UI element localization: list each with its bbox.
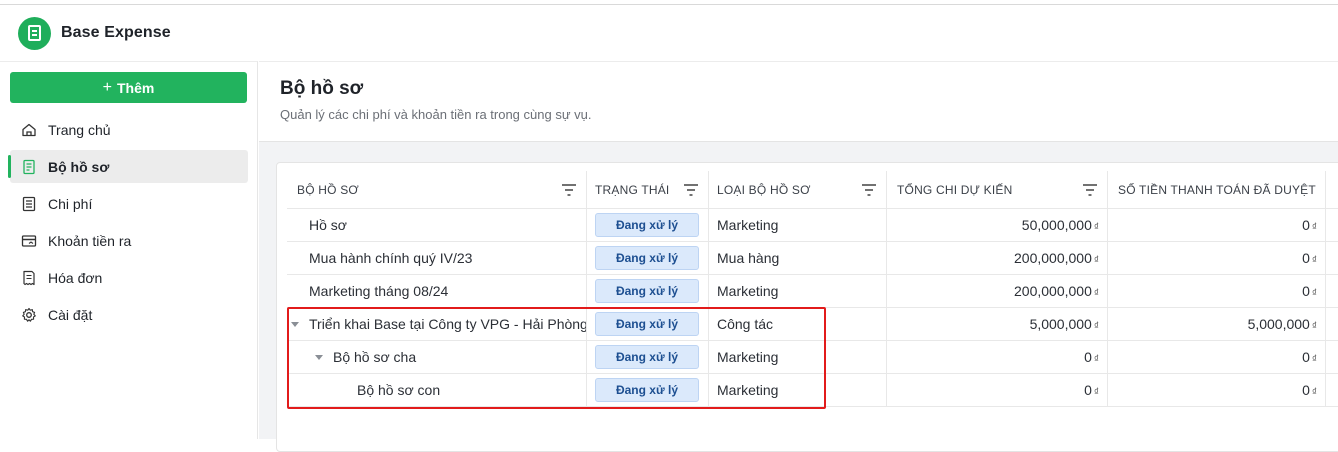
main-content: Bộ hồ sơ Quản lý các chi phí và khoản ti…	[259, 61, 1338, 452]
add-button-label: Thêm	[117, 79, 155, 96]
plus-icon: +	[102, 78, 112, 96]
file-name: Bộ hồ sơ cha	[333, 349, 417, 365]
sidebar-item-expenses[interactable]: Chi phí	[10, 187, 248, 220]
file-name-cell[interactable]: Bộ hồ sơ cha	[287, 341, 587, 373]
column-header-label: TRẠNG THÁI	[595, 182, 670, 197]
paid-amount: 5,000,000 ₫	[1108, 308, 1326, 340]
total-amount: 5,000,000 ₫	[887, 308, 1108, 340]
file-type: Mua hàng	[709, 242, 887, 274]
gear-icon	[20, 306, 38, 324]
file-type: Marketing	[709, 374, 887, 406]
total-amount: 50,000,000 ₫	[887, 209, 1108, 241]
sidebar-item-label: Chi phí	[48, 195, 93, 212]
filter-icon[interactable]	[862, 184, 876, 196]
column-header-extra	[1326, 171, 1338, 208]
page-subtitle: Quản lý các chi phí và khoản tiền ra tro…	[280, 107, 592, 122]
file-type: Công tác	[709, 308, 887, 340]
column-header-type[interactable]: LOẠI BỘ HỒ SƠ	[709, 171, 887, 208]
app-logo-icon[interactable]	[18, 16, 51, 50]
status-badge: Đang xử lý	[595, 279, 699, 303]
column-header-name[interactable]: BỘ HỒ SƠ	[287, 171, 587, 208]
table-row[interactable]: Marketing tháng 08/24 Đang xử lý Marketi…	[287, 275, 1338, 308]
column-header-label: SỐ TIỀN THANH TOÁN ĐÃ DUYỆT	[1118, 182, 1316, 197]
status-badge: Đang xử lý	[595, 312, 699, 336]
files-table: BỘ HỒ SƠ TRẠNG THÁI LOẠI BỘ HỒ SƠ TỔNG C…	[287, 171, 1338, 407]
total-amount: 0 ₫	[887, 341, 1108, 373]
paid-amount: 0 ₫	[1108, 374, 1326, 406]
sidebar-item-payouts[interactable]: Khoản tiền ra	[10, 224, 248, 257]
file-type: Marketing	[709, 275, 887, 307]
paid-amount: 0 ₫	[1108, 341, 1326, 373]
add-button[interactable]: + Thêm	[10, 72, 247, 103]
status-badge: Đang xử lý	[595, 213, 699, 237]
sidebar-item-files[interactable]: Bộ hồ sơ	[8, 150, 248, 183]
paid-amount: 0 ₫	[1108, 209, 1326, 241]
card-icon	[20, 232, 38, 250]
file-name[interactable]: Bộ hồ sơ con	[287, 374, 587, 406]
total-amount: 0 ₫	[887, 374, 1108, 406]
app-header: Base Expense	[0, 5, 1338, 61]
file-name-cell[interactable]: Triển khai Base tại Công ty VPG - Hải Ph…	[287, 308, 587, 340]
page-title: Bộ hồ sơ	[280, 78, 364, 99]
sidebar-item-label: Bộ hồ sơ	[48, 158, 110, 175]
sidebar-item-label: Cài đặt	[48, 306, 93, 323]
app-title: Base Expense	[61, 24, 171, 41]
file-name[interactable]: Hồ sơ	[287, 209, 587, 241]
page-header: Bộ hồ sơ Quản lý các chi phí và khoản ti…	[259, 62, 1338, 142]
sidebar-item-label: Hóa đơn	[48, 269, 103, 286]
expand-caret-icon[interactable]	[291, 321, 299, 327]
list-icon	[20, 195, 38, 213]
expand-caret-icon[interactable]	[315, 354, 323, 360]
paid-amount: 0 ₫	[1108, 242, 1326, 274]
table-row[interactable]: Bộ hồ sơ con Đang xử lý Marketing 0 ₫ 0 ₫	[287, 374, 1338, 407]
filter-icon[interactable]	[684, 184, 698, 196]
table-row[interactable]: Mua hành chính quý IV/23 Đang xử lý Mua …	[287, 242, 1338, 275]
column-header-status[interactable]: TRẠNG THÁI	[587, 171, 709, 208]
table-card: BỘ HỒ SƠ TRẠNG THÁI LOẠI BỘ HỒ SƠ TỔNG C…	[276, 162, 1338, 452]
column-header-paid[interactable]: SỐ TIỀN THANH TOÁN ĐÃ DUYỆT	[1108, 171, 1326, 208]
total-amount: 200,000,000 ₫	[887, 275, 1108, 307]
file-type: Marketing	[709, 209, 887, 241]
filter-icon[interactable]	[1083, 184, 1097, 196]
status-badge: Đang xử lý	[595, 378, 699, 402]
sidebar-item-label: Trang chủ	[48, 121, 111, 138]
document-icon	[20, 158, 38, 176]
sidebar-item-label: Khoản tiền ra	[48, 232, 132, 249]
file-name: Triển khai Base tại Công ty VPG - Hải Ph…	[309, 316, 587, 332]
receipt-icon	[20, 269, 38, 287]
table-row[interactable]: Triển khai Base tại Công ty VPG - Hải Ph…	[287, 308, 1338, 341]
status-badge: Đang xử lý	[595, 345, 699, 369]
file-name[interactable]: Mua hành chính quý IV/23	[287, 242, 587, 274]
sidebar-item-invoices[interactable]: Hóa đơn	[10, 261, 248, 294]
status-badge: Đang xử lý	[595, 246, 699, 270]
sidebar-item-home[interactable]: Trang chủ	[10, 113, 248, 146]
column-header-label: LOẠI BỘ HỒ SƠ	[717, 182, 811, 197]
column-header-label: TỔNG CHI DỰ KIẾN	[897, 182, 1013, 197]
home-icon	[20, 121, 38, 139]
table-row[interactable]: Hồ sơ Đang xử lý Marketing 50,000,000 ₫ 0…	[287, 209, 1338, 242]
sidebar: + Thêm Trang chủ Bộ hồ sơ Chi phí Khoản	[0, 61, 258, 439]
column-header-label: BỘ HỒ SƠ	[297, 182, 359, 197]
table-row[interactable]: Bộ hồ sơ cha Đang xử lý Marketing 0 ₫ 0 ₫	[287, 341, 1338, 374]
paid-amount: 0 ₫	[1108, 275, 1326, 307]
filter-icon[interactable]	[562, 184, 576, 196]
table-header: BỘ HỒ SƠ TRẠNG THÁI LOẠI BỘ HỒ SƠ TỔNG C…	[287, 171, 1338, 209]
sidebar-item-settings[interactable]: Cài đặt	[10, 298, 248, 331]
sidebar-nav: Trang chủ Bộ hồ sơ Chi phí Khoản tiền ra…	[8, 113, 248, 335]
file-name[interactable]: Marketing tháng 08/24	[287, 275, 587, 307]
total-amount: 200,000,000 ₫	[887, 242, 1108, 274]
column-header-total[interactable]: TỔNG CHI DỰ KIẾN	[887, 171, 1108, 208]
file-type: Marketing	[709, 341, 887, 373]
